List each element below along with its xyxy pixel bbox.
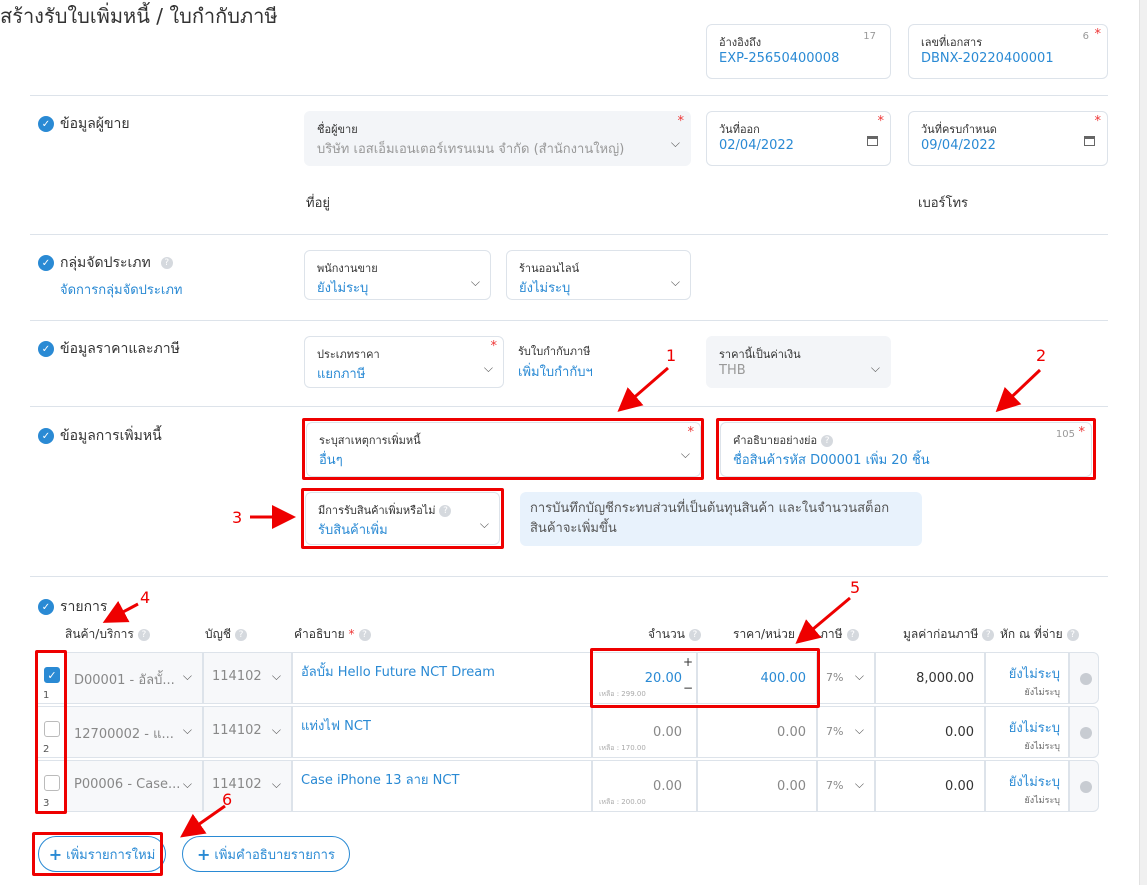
- annotation-number: 5: [850, 578, 861, 597]
- annotation-number: 1: [666, 346, 677, 365]
- annotation-number: 4: [140, 588, 151, 607]
- annotation-arrows: [102, 366, 1042, 838]
- annotation-number: 3: [232, 508, 243, 527]
- annotation-number: 2: [1036, 346, 1047, 365]
- scrollbar[interactable]: [1139, 0, 1147, 885]
- annotation-number: 6: [222, 790, 233, 809]
